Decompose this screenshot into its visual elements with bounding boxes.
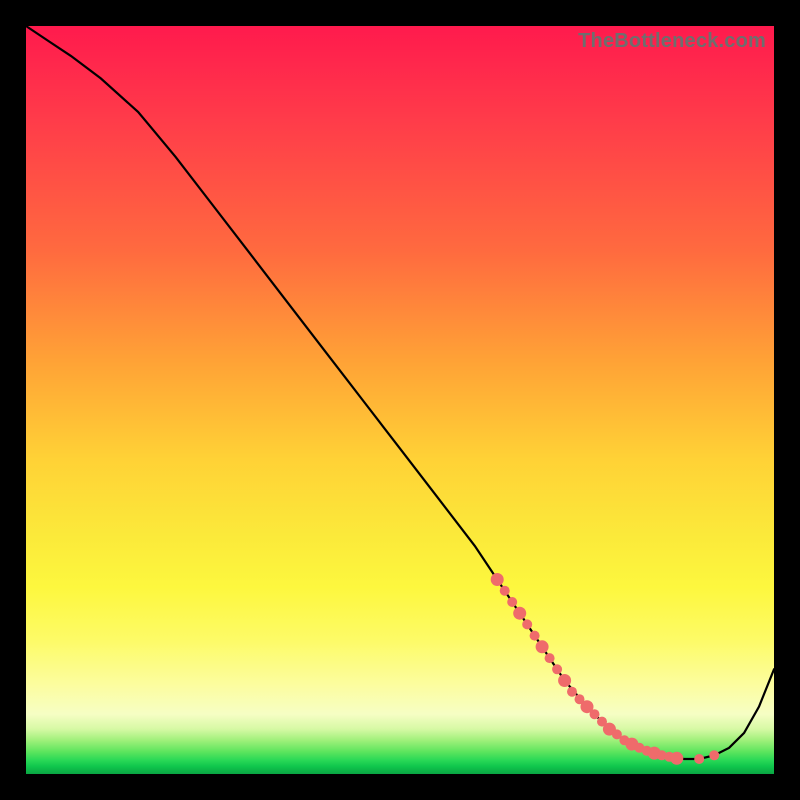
highlight-dot — [522, 619, 532, 629]
highlight-dot — [530, 631, 540, 641]
highlight-dot — [507, 597, 517, 607]
highlight-dot — [567, 687, 577, 697]
chart-svg — [26, 26, 774, 774]
chart-plot-area: TheBottleneck.com — [26, 26, 774, 774]
highlighted-points-group — [491, 573, 720, 765]
highlight-dot — [558, 674, 571, 687]
highlight-dot — [491, 573, 504, 586]
highlight-dot — [500, 586, 510, 596]
highlight-dot — [536, 640, 549, 653]
highlight-dot — [590, 709, 600, 719]
highlight-dot — [694, 754, 704, 764]
highlight-dot — [709, 750, 719, 760]
highlight-dot — [670, 752, 683, 765]
highlight-dot — [513, 607, 526, 620]
highlight-dot — [552, 664, 562, 674]
chart-frame: TheBottleneck.com — [0, 0, 800, 800]
bottleneck-curve — [26, 26, 774, 759]
highlight-dot — [545, 653, 555, 663]
